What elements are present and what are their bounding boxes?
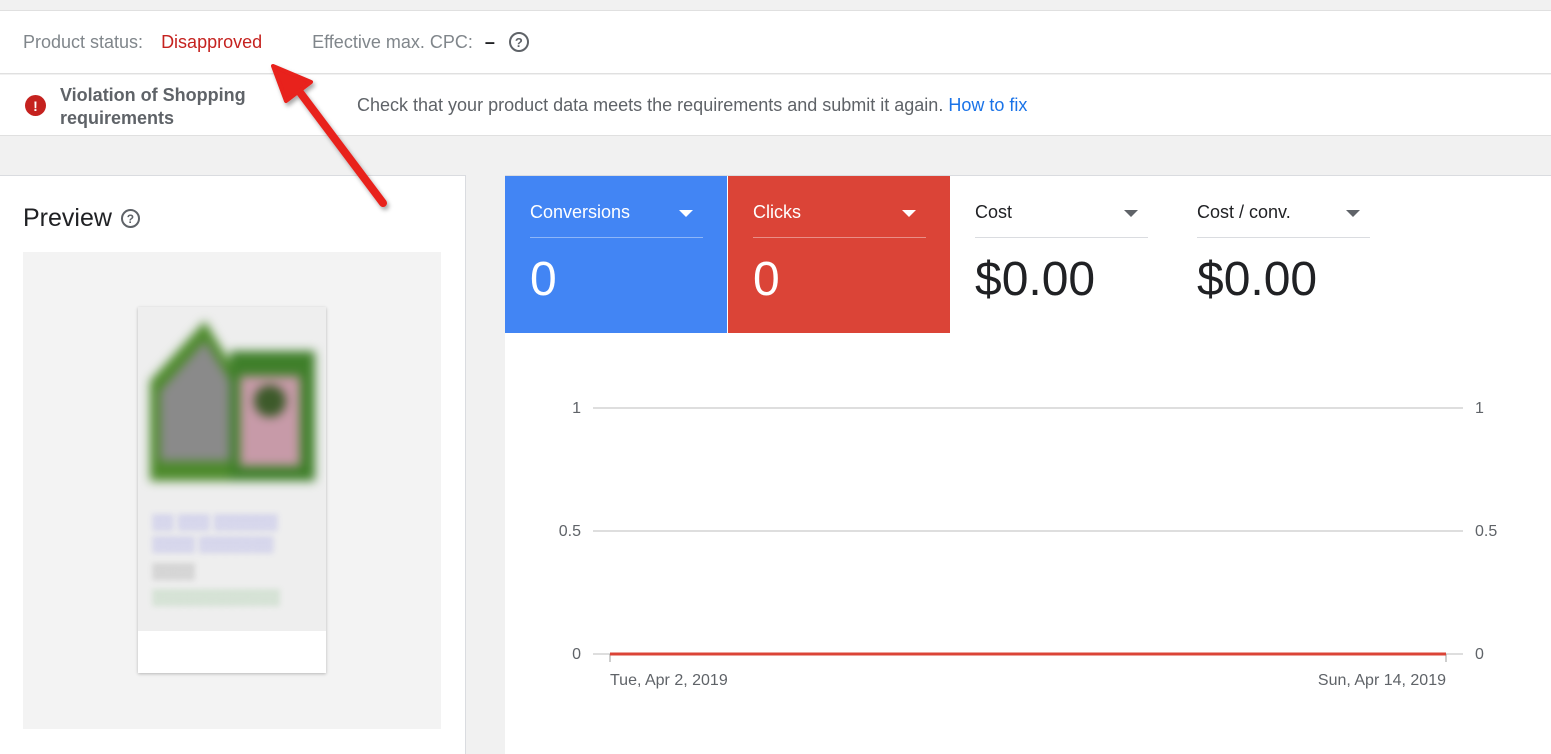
y-tick-label-right: 0.5	[1475, 523, 1497, 540]
help-icon[interactable]: ?	[120, 209, 140, 228]
metric-value: 0	[530, 253, 557, 306]
y-tick-label: 1	[572, 400, 581, 417]
preview-title: Preview ?	[23, 204, 140, 233]
metrics-panel: Conversions 0 Clicks 0 Cost $0.00 Cost /…	[505, 175, 1551, 754]
product-preview-tile[interactable]: ░░ ░░░ ░░░░░░ ░░░░ ░░░░░░░ ░░░░ ░░░░░░░░░…	[138, 307, 326, 673]
metric-conversions[interactable]: Conversions 0	[505, 176, 727, 333]
metric-header[interactable]: Clicks	[753, 202, 926, 238]
metric-cost-per-conversion[interactable]: Cost / conv. $0.00	[1172, 176, 1394, 333]
blurred-store-name: ░░░░░░░░░░░░	[152, 589, 280, 606]
violation-message: Check that your product data meets the r…	[357, 95, 1027, 116]
dropdown-caret-icon[interactable]	[679, 210, 693, 217]
metric-label: Conversions	[530, 202, 631, 222]
x-tick-label: Tue, Apr 2, 2019	[610, 672, 728, 689]
effective-max-cpc-value: –	[484, 31, 495, 52]
top-strip	[0, 0, 1551, 11]
preview-area: ░░ ░░░ ░░░░░░ ░░░░ ░░░░░░░ ░░░░ ░░░░░░░░░…	[23, 252, 441, 729]
metric-cost[interactable]: Cost $0.00	[950, 176, 1172, 333]
how-to-fix-link[interactable]: How to fix	[948, 95, 1027, 115]
metric-value: $0.00	[1197, 253, 1318, 306]
y-tick-label: 0.5	[559, 523, 581, 540]
dropdown-caret-icon[interactable]	[1346, 210, 1360, 217]
help-icon[interactable]: ?	[508, 32, 529, 52]
dropdown-caret-icon[interactable]	[902, 210, 916, 217]
metric-header[interactable]: Conversions	[530, 202, 703, 238]
y-tick-label: 0	[572, 646, 581, 663]
x-tick-label: Sun, Apr 14, 2019	[1318, 672, 1446, 689]
violation-message-text: Check that your product data meets the r…	[357, 95, 944, 115]
preview-card: Preview ? ░░ ░░░ ░░░░░░ ░░░░ ░░░░░░░ ░░░░…	[0, 175, 466, 754]
metric-value: $0.00	[975, 253, 1096, 306]
preview-title-text: Preview	[23, 204, 112, 232]
violation-title: Violation of Shopping requirements	[60, 85, 246, 128]
metric-label: Cost / conv.	[1197, 202, 1291, 222]
product-status-label: Product status:	[23, 31, 144, 52]
y-tick-label-right: 1	[1475, 400, 1484, 417]
metric-header[interactable]: Cost	[975, 202, 1148, 238]
blurred-product-title: ░░ ░░░ ░░░░░░ ░░░░ ░░░░░░░	[152, 514, 278, 553]
y-tick-label-right: 0	[1475, 646, 1484, 663]
product-status-bar: Product status: Disapproved Effective ma…	[0, 11, 1551, 74]
blurred-product-price: ░░░░	[152, 563, 195, 580]
performance-chart: 1 1 0.5 0.5 0 0 Tue, Apr 2, 2019 Sun, Apr 14, 2…	[559, 400, 1498, 689]
metric-label: Clicks	[753, 202, 801, 222]
product-image: ░░ ░░░ ░░░░░░ ░░░░ ░░░░░░░ ░░░░ ░░░░░░░░░…	[138, 307, 326, 631]
blurred-product-image	[150, 321, 315, 481]
effective-max-cpc-label: Effective max. CPC:	[312, 31, 473, 52]
dropdown-caret-icon[interactable]	[1124, 210, 1138, 217]
metric-value: 0	[753, 253, 780, 306]
metric-label: Cost	[975, 202, 1013, 222]
product-status-value: Disapproved	[161, 31, 263, 52]
violation-bar: ! Violation of Shopping requirements Che…	[0, 75, 1551, 136]
metric-header[interactable]: Cost / conv.	[1197, 202, 1370, 238]
error-icon: !	[25, 95, 46, 116]
metric-clicks[interactable]: Clicks 0	[728, 176, 950, 333]
